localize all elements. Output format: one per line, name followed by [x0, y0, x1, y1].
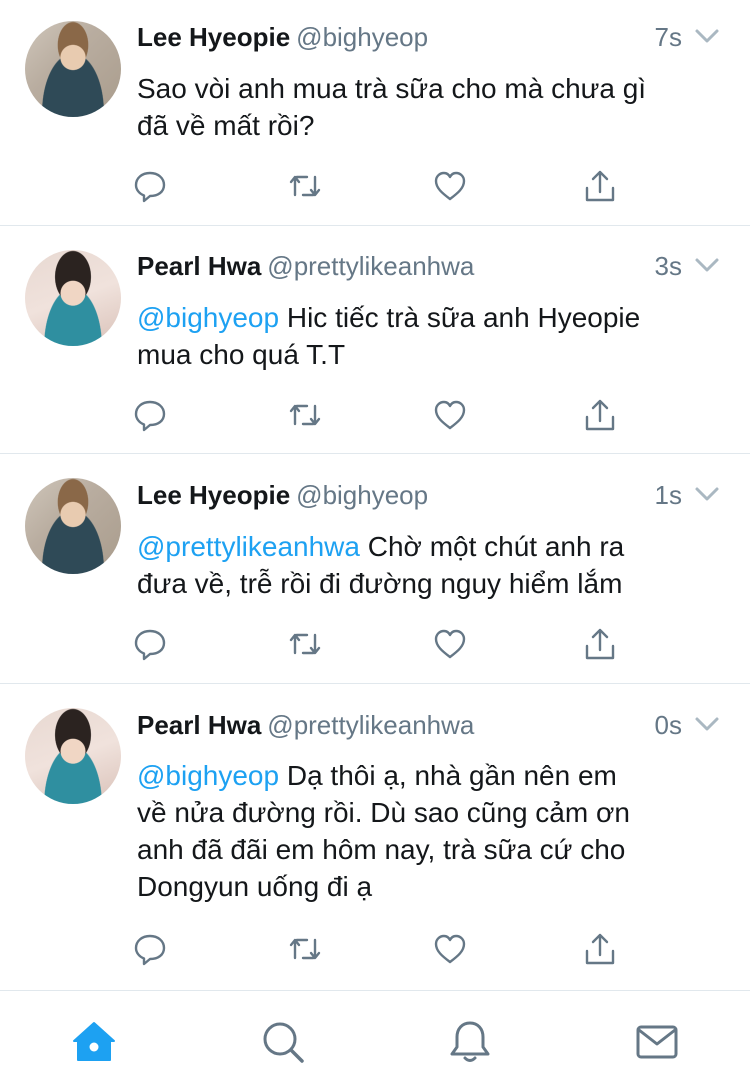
share-icon[interactable]: [582, 168, 618, 204]
tweet-text: Sao vòi anh mua trà sữa cho mà chưa gì đ…: [137, 70, 722, 144]
messages-icon[interactable]: [632, 1017, 682, 1067]
chevron-down-icon[interactable]: [694, 484, 720, 504]
author-name[interactable]: Pearl Hwa: [137, 251, 261, 281]
retweet-icon[interactable]: [287, 397, 323, 433]
avatar[interactable]: [25, 708, 121, 804]
retweet-icon[interactable]: [287, 168, 323, 204]
tweet[interactable]: Pearl Hwa @prettylikeanhwa 3s @bighyeop H…: [0, 226, 750, 454]
author-handle[interactable]: @bighyeop: [296, 480, 428, 510]
chevron-down-icon[interactable]: [694, 255, 720, 275]
tweet-text-line: mua cho quá T.T: [137, 339, 346, 370]
mention-link[interactable]: @bighyeop: [137, 760, 279, 791]
author-handle[interactable]: @bighyeop: [296, 22, 428, 52]
tweet-header: Pearl Hwa @prettylikeanhwa 0s: [137, 710, 720, 746]
reply-icon[interactable]: [132, 168, 168, 204]
author-handle[interactable]: @prettylikeanhwa: [267, 251, 474, 281]
avatar[interactable]: [25, 21, 121, 117]
share-icon[interactable]: [582, 931, 618, 967]
author-name[interactable]: Pearl Hwa: [137, 710, 261, 740]
tweet-text-line: đưa về, trễ rồi đi đường nguy hiểm lắm: [137, 568, 623, 599]
share-icon[interactable]: [582, 626, 618, 662]
like-icon[interactable]: [432, 397, 468, 433]
tweet-text-line: @bighyeop Dạ thôi ạ, nhà gần nên em: [137, 757, 722, 794]
tweet-text-span: Dạ thôi ạ, nhà gần nên em: [279, 760, 617, 791]
retweet-icon[interactable]: [287, 626, 323, 662]
share-icon[interactable]: [582, 397, 618, 433]
author-handle[interactable]: @prettylikeanhwa: [267, 710, 474, 740]
tweet-actions: [0, 931, 750, 971]
retweet-icon[interactable]: [287, 931, 323, 967]
tweet[interactable]: Lee Hyeopie @bighyeop 7s Sao vòi anh mua …: [0, 0, 750, 226]
bottom-tab-bar: [0, 990, 750, 1090]
author-name[interactable]: Lee Hyeopie: [137, 480, 290, 510]
tweet-header: Pearl Hwa @prettylikeanhwa 3s: [137, 251, 720, 287]
tweet-timestamp: 0s: [654, 710, 682, 740]
reply-icon[interactable]: [132, 397, 168, 433]
avatar[interactable]: [25, 250, 121, 346]
like-icon[interactable]: [432, 626, 468, 662]
tweet-header: Lee Hyeopie @bighyeop 1s: [137, 480, 720, 516]
tweet-text-line: @prettylikeanhwa Chờ một chút anh ra: [137, 528, 722, 565]
tweet-actions: [0, 397, 750, 437]
like-icon[interactable]: [432, 931, 468, 967]
tweet-actions: [0, 626, 750, 666]
tweet-text-line: đã về mất rồi?: [137, 110, 315, 141]
notifications-icon[interactable]: [445, 1017, 495, 1067]
tweet-timestamp: 7s: [654, 22, 682, 52]
tweet-text-line: Dongyun uống đi ạ: [137, 871, 373, 902]
tweet-text-line: @bighyeop Hic tiếc trà sữa anh Hyeopie: [137, 299, 722, 336]
reply-icon[interactable]: [132, 626, 168, 662]
tweet-header: Lee Hyeopie @bighyeop 7s: [137, 22, 720, 58]
tweet-text-span: Chờ một chút anh ra: [359, 531, 625, 562]
chevron-down-icon[interactable]: [694, 714, 720, 734]
tweet-actions: [0, 168, 750, 208]
tweet-text-span: Hic tiếc trà sữa anh Hyeopie: [279, 302, 641, 333]
chevron-down-icon[interactable]: [694, 26, 720, 46]
like-icon[interactable]: [432, 168, 468, 204]
tweet-timestamp: 3s: [654, 251, 682, 281]
tweet-text: @prettylikeanhwa Chờ một chút anh ra đưa…: [137, 528, 722, 602]
search-icon[interactable]: [258, 1017, 308, 1067]
tweet[interactable]: Lee Hyeopie @bighyeop 1s @prettylikeanhwa…: [0, 454, 750, 684]
mention-link[interactable]: @bighyeop: [137, 302, 279, 333]
tweet-text-line: về nửa đường rồi. Dù sao cũng cảm ơn: [137, 797, 630, 828]
mention-link[interactable]: @prettylikeanhwa: [137, 531, 360, 562]
home-icon[interactable]: [69, 1017, 119, 1067]
reply-icon[interactable]: [132, 931, 168, 967]
author-name[interactable]: Lee Hyeopie: [137, 22, 290, 52]
tweet[interactable]: Pearl Hwa @prettylikeanhwa 0s @bighyeop D…: [0, 684, 750, 990]
avatar[interactable]: [25, 478, 121, 574]
tweet-text: @bighyeop Hic tiếc trà sữa anh Hyeopie m…: [137, 299, 722, 373]
tweet-text-line: Sao vòi anh mua trà sữa cho mà chưa gì: [137, 73, 647, 104]
tweet-text: @bighyeop Dạ thôi ạ, nhà gần nên em về n…: [137, 757, 722, 905]
tweet-timestamp: 1s: [654, 480, 682, 510]
tweet-text-line: anh đã đãi em hôm nay, trà sữa cứ cho: [137, 834, 626, 865]
